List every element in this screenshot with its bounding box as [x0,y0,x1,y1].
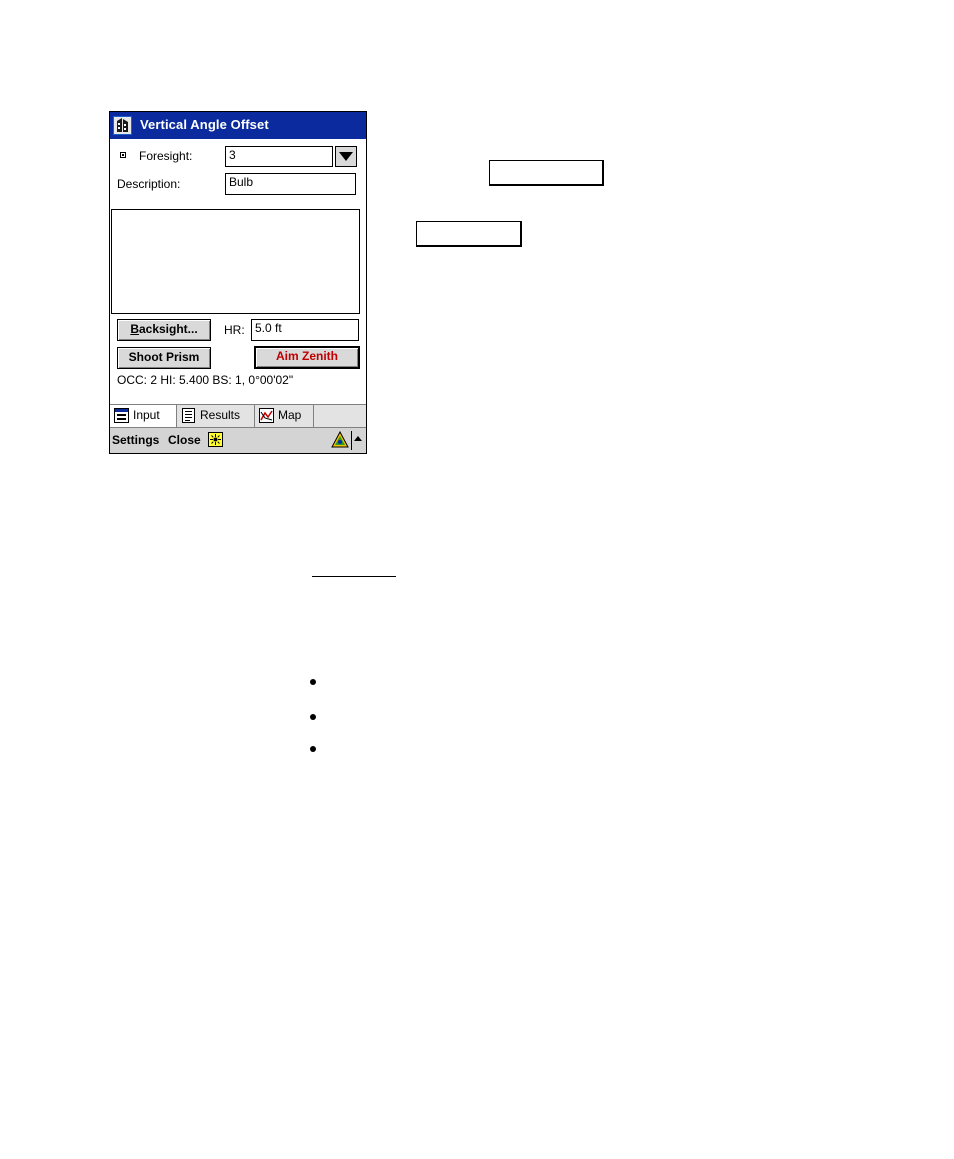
foresight-value: 3 [229,148,236,162]
hr-label: HR: [224,323,245,337]
settings-menu[interactable]: Settings [112,433,159,447]
pda-window: Vertical Angle Offset Foresight: 3 Descr… [109,111,367,454]
description-field[interactable]: Bulb [225,173,356,195]
description-value: Bulb [229,175,254,189]
aim-zenith-button[interactable]: Aim Zenith [254,346,360,369]
survey-app-icon[interactable] [113,116,132,135]
tab-map[interactable]: Map [255,405,314,427]
hr-value: 5.0 ft [255,321,282,335]
map-tab-icon [259,408,274,423]
triangle-status-icon[interactable] [331,431,349,449]
tab-input-label: Input [133,408,160,422]
notes-textarea[interactable] [111,209,360,314]
tab-bar: Input Results Map [110,404,366,427]
foresight-dropdown-button[interactable] [335,146,357,167]
input-tab-icon [114,408,129,423]
tab-results-label: Results [200,408,241,422]
results-tab-icon [182,408,195,423]
bullet-point [310,746,316,752]
title-bar: Vertical Angle Offset [110,112,366,139]
up-arrow-icon[interactable] [354,436,362,441]
blank-box [416,221,522,247]
foresight-label: Foresight: [139,149,193,163]
bullet-point [310,679,316,685]
foresight-combo[interactable]: 3 [225,146,333,167]
input-panel: Foresight: 3 Description: Bulb Backsight… [110,139,366,404]
foresight-indicator-icon [120,152,126,158]
close-menu[interactable]: Close [168,433,201,447]
blank-underline [312,576,396,577]
bullet-point [310,714,316,720]
sun-icon[interactable] [208,432,223,447]
window-title: Vertical Angle Offset [140,117,269,132]
command-bar: Settings Close [110,427,366,453]
backsight-label: acksight... [138,322,198,336]
tab-input[interactable]: Input [110,405,177,427]
chevron-down-icon [339,152,353,161]
shoot-prism-button[interactable]: Shoot Prism [117,347,211,369]
tab-map-label: Map [278,408,302,422]
description-label: Description: [117,177,181,191]
hr-field[interactable]: 5.0 ft [251,319,359,341]
station-status-text: OCC: 2 HI: 5.400 BS: 1, 0°00'02" [117,373,294,387]
backsight-accelerator: B [130,322,139,336]
backsight-button[interactable]: Backsight... [117,319,211,341]
tab-results[interactable]: Results [177,405,255,427]
blank-box [489,160,604,186]
menu-separator [351,431,352,450]
